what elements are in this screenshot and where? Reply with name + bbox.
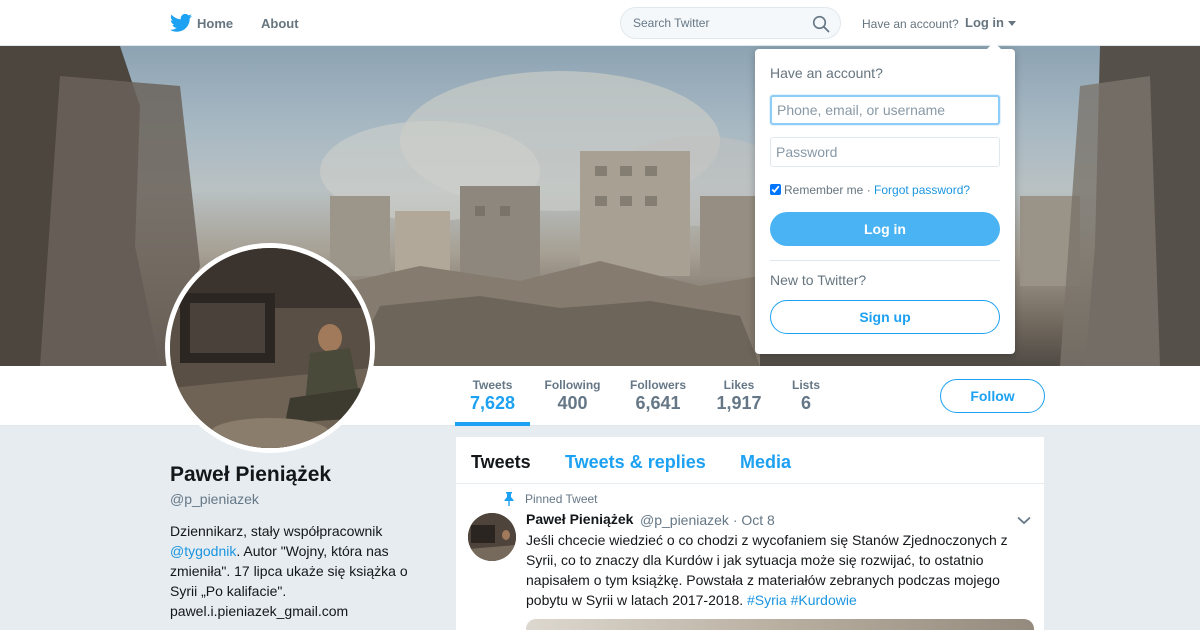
stat-value: 1,917 [716, 393, 762, 413]
profile-avatar[interactable] [165, 243, 375, 453]
signup-button[interactable]: Sign up [770, 300, 1000, 334]
chevron-down-icon[interactable] [1017, 516, 1031, 525]
search-input[interactable] [633, 16, 813, 30]
login-button[interactable]: Log in [770, 212, 1000, 246]
remember-row: Remember me · Forgot password? [770, 183, 970, 197]
stat-likes[interactable]: Likes 1,917 [708, 366, 770, 426]
pinned-tweet-label: Pinned Tweet [525, 492, 598, 506]
dropdown-title: Have an account? [770, 65, 883, 81]
stat-label: Following [544, 378, 601, 392]
stat-label: Followers [629, 378, 686, 392]
remember-me-label[interactable]: Remember me [784, 183, 863, 197]
tweet-meta[interactable]: @p_pieniazek · Oct 8 [640, 512, 775, 528]
bio-text: Dziennikarz, stały współpracownik [170, 523, 383, 539]
timeline-tabs: Tweets Tweets & replies Media [456, 437, 1044, 484]
pin-icon [504, 492, 514, 506]
stat-label: Tweets [472, 378, 513, 392]
remember-me-checkbox[interactable] [770, 184, 781, 195]
forgot-password-link[interactable]: Forgot password? [874, 183, 970, 197]
password-field[interactable] [770, 137, 1000, 167]
stat-value: 6,641 [635, 393, 681, 413]
stat-value: 7,628 [469, 393, 516, 413]
profile-handle[interactable]: @p_pieniazek [170, 491, 259, 507]
nav-home-link[interactable]: Home [197, 16, 233, 31]
follow-button[interactable]: Follow [940, 379, 1045, 413]
new-to-twitter-text: New to Twitter? [770, 272, 867, 288]
top-nav: Home About Have an account? Log in [0, 0, 1200, 46]
search-box[interactable] [620, 7, 841, 39]
tweet-text: Jeśli chcecie wiedzieć o co chodzi z wyc… [526, 530, 1026, 610]
stat-lists[interactable]: Lists 6 [784, 366, 828, 426]
login-dropdown: Have an account? Remember me · Forgot pa… [755, 42, 1015, 354]
stat-tweets[interactable]: Tweets 7,628 [455, 366, 530, 426]
tweet-author-name[interactable]: Paweł Pieniążek [526, 511, 633, 527]
twitter-bird-icon[interactable] [170, 13, 192, 33]
dropdown-arrow [987, 42, 1001, 49]
profile-bio: Dziennikarz, stały współpracownik @tygod… [170, 521, 425, 621]
dropdown-divider [770, 260, 1000, 261]
avatar-photo [170, 248, 370, 448]
stat-value: 6 [800, 393, 811, 413]
tweet-hashtags[interactable]: #Syria #Kurdowie [747, 592, 857, 608]
login-dropdown-toggle[interactable]: Log in [965, 15, 1004, 30]
stat-following[interactable]: Following 400 [535, 366, 610, 426]
tab-tweets-replies[interactable]: Tweets & replies [565, 452, 706, 473]
separator-text: · [863, 183, 875, 197]
stat-label: Likes [723, 378, 755, 392]
search-icon[interactable] [812, 15, 830, 33]
profile-name[interactable]: Paweł Pieniążek [170, 463, 331, 487]
have-account-text: Have an account? [862, 17, 959, 31]
tab-media[interactable]: Media [740, 452, 791, 473]
caret-down-icon[interactable] [1008, 21, 1016, 26]
nav-about-link[interactable]: About [261, 16, 299, 31]
stat-followers[interactable]: Followers 6,641 [620, 366, 696, 426]
username-field[interactable] [770, 95, 1000, 125]
tweet-avatar-photo [468, 513, 516, 561]
bio-mention-link[interactable]: @tygodnik [170, 543, 236, 559]
tab-tweets[interactable]: Tweets [471, 452, 531, 473]
stat-label: Lists [791, 378, 820, 392]
tweet-avatar[interactable] [468, 513, 516, 561]
stat-value: 400 [557, 393, 588, 413]
tweet-media-preview[interactable] [526, 619, 1034, 630]
